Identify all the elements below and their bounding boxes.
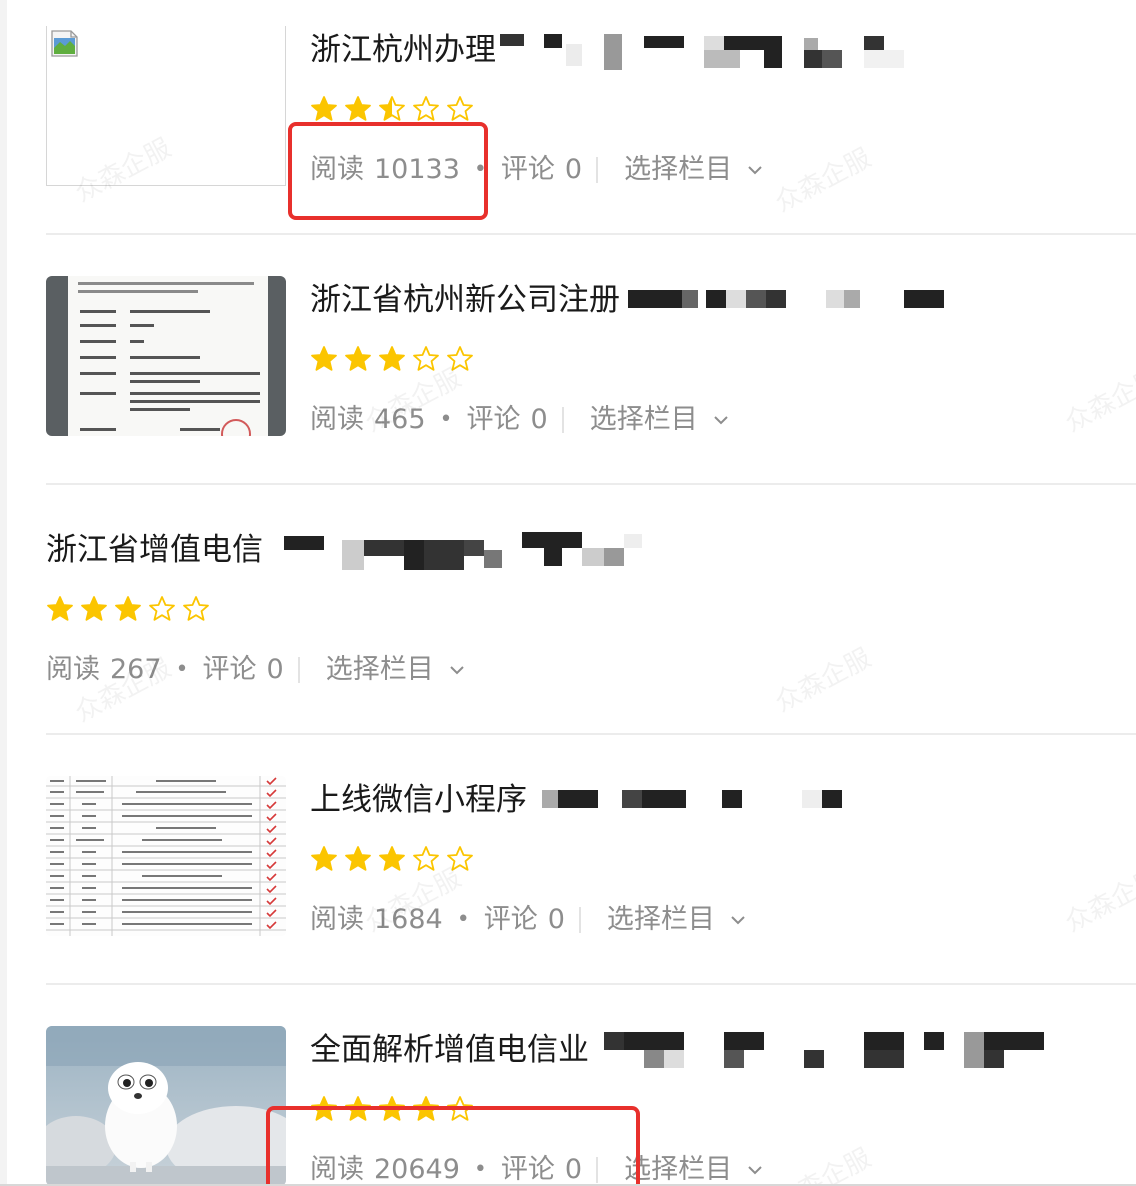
read-label: 阅读	[310, 404, 364, 435]
star-filled-icon[interactable]	[310, 95, 338, 123]
star-empty-icon[interactable]	[148, 595, 176, 623]
left-edge-bar	[0, 0, 7, 1186]
dot-separator: •	[456, 907, 470, 932]
article-thumbnail[interactable]	[46, 26, 286, 186]
article-title[interactable]: 浙江省增值电信	[46, 530, 263, 570]
column-select-dropdown[interactable]: 选择栏目	[607, 902, 747, 938]
broken-image-icon	[51, 30, 78, 57]
article-card[interactable]: 浙江杭州办理 阅读 10133 • 评论 0 选择栏目	[46, 0, 1136, 234]
article-meta: 阅读 267 • 评论 0 选择栏目	[46, 652, 466, 688]
highlight-box-read-count	[288, 122, 488, 220]
chevron-down-icon	[748, 166, 762, 175]
comment-count: 0	[266, 654, 284, 685]
comment-label: 评论	[202, 654, 257, 685]
star-filled-icon[interactable]	[344, 845, 372, 873]
vertical-divider	[578, 907, 581, 933]
star-filled-icon[interactable]	[46, 595, 74, 623]
read-count: 465	[374, 404, 426, 435]
star-filled-icon[interactable]	[310, 345, 338, 373]
article-thumbnail[interactable]	[46, 776, 286, 936]
article-card[interactable]: 浙江省杭州新公司注册 阅读 465 • 评论 0 选择栏目	[46, 236, 1136, 484]
redacted-title-text	[542, 780, 902, 820]
star-rating[interactable]	[46, 595, 210, 625]
star-empty-icon[interactable]	[412, 845, 440, 873]
star-filled-icon[interactable]	[80, 595, 108, 623]
vertical-divider	[561, 407, 564, 433]
chevron-down-icon	[731, 916, 745, 925]
dot-separator: •	[175, 657, 189, 682]
column-select-label: 选择栏目	[606, 904, 715, 935]
article-card[interactable]: 上线微信小程序 阅读 1684 • 评论 0 选择栏目	[46, 736, 1136, 984]
redacted-title-text	[628, 280, 1008, 320]
license-document-image	[46, 276, 286, 436]
star-filled-icon[interactable]	[378, 345, 406, 373]
vertical-divider	[596, 157, 599, 183]
column-select-label: 选择栏目	[325, 654, 434, 685]
comment-label: 评论	[483, 904, 538, 935]
chevron-down-icon	[714, 416, 728, 425]
star-filled-icon[interactable]	[344, 95, 372, 123]
license-table-image	[46, 776, 286, 936]
read-count: 267	[110, 654, 162, 685]
divider	[46, 483, 1136, 485]
star-empty-icon[interactable]	[446, 345, 474, 373]
redacted-title-text	[284, 530, 704, 570]
article-card[interactable]: 浙江省增值电信 阅读 267 • 评论 0 选择栏目	[46, 486, 1136, 734]
chevron-down-icon	[748, 1166, 762, 1175]
star-filled-icon[interactable]	[378, 845, 406, 873]
comment-count: 0	[547, 904, 565, 935]
article-meta: 阅读 1684 • 评论 0 选择栏目	[310, 902, 747, 938]
read-label: 阅读	[310, 904, 364, 935]
article-title[interactable]: 全面解析增值电信业	[310, 1030, 589, 1070]
star-rating[interactable]	[310, 95, 474, 125]
star-rating[interactable]	[310, 345, 474, 375]
read-count: 1684	[374, 904, 443, 935]
redacted-title-text	[500, 30, 1000, 70]
vertical-divider	[297, 657, 300, 683]
chevron-down-icon	[450, 666, 464, 675]
divider	[46, 233, 1136, 235]
column-select-label: 选择栏目	[624, 1154, 733, 1185]
article-thumbnail[interactable]	[46, 1026, 286, 1186]
divider	[46, 733, 1136, 735]
column-select-dropdown[interactable]: 选择栏目	[590, 402, 730, 438]
article-thumbnail[interactable]	[46, 276, 286, 436]
article-title[interactable]: 浙江省杭州新公司注册	[310, 280, 620, 320]
column-select-dropdown[interactable]: 选择栏目	[624, 152, 764, 188]
divider	[46, 983, 1136, 985]
comment-count: 0	[564, 154, 583, 185]
star-empty-icon[interactable]	[412, 95, 440, 123]
article-title[interactable]: 浙江杭州办理	[310, 30, 496, 70]
column-select-label: 选择栏目	[589, 404, 698, 435]
read-label: 阅读	[46, 654, 100, 685]
star-empty-icon[interactable]	[446, 845, 474, 873]
column-select-dropdown[interactable]: 选择栏目	[326, 652, 466, 688]
dot-separator: •	[439, 407, 453, 432]
star-empty-icon[interactable]	[182, 595, 210, 623]
comment-label: 评论	[500, 154, 555, 185]
star-empty-icon[interactable]	[412, 345, 440, 373]
white-dog-photo	[46, 1026, 286, 1186]
comment-label: 评论	[466, 404, 521, 435]
star-empty-icon[interactable]	[446, 95, 474, 123]
star-filled-icon[interactable]	[344, 345, 372, 373]
article-meta: 阅读 465 • 评论 0 选择栏目	[310, 402, 730, 438]
column-select-dropdown[interactable]: 选择栏目	[624, 1152, 764, 1186]
star-filled-icon[interactable]	[114, 595, 142, 623]
highlight-box-read-count	[266, 1106, 640, 1186]
redacted-title-text	[604, 1030, 1064, 1070]
column-select-label: 选择栏目	[624, 154, 733, 185]
star-filled-icon[interactable]	[310, 845, 338, 873]
article-title[interactable]: 上线微信小程序	[310, 780, 527, 820]
star-half-icon[interactable]	[378, 95, 406, 123]
comment-count: 0	[530, 404, 548, 435]
star-rating[interactable]	[310, 845, 474, 875]
